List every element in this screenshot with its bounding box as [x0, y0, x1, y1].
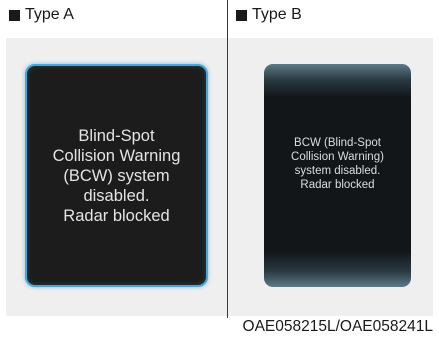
- type-b-header: Type B: [236, 6, 302, 24]
- type-b-cluster-display: BCW (Blind-Spot Collision Warning) syste…: [264, 64, 411, 287]
- type-a-label: Type A: [25, 6, 74, 23]
- type-b-warning-message: BCW (Blind-Spot Collision Warning) syste…: [291, 136, 384, 191]
- figure-code: OAE058215L/OAE058241L: [242, 318, 433, 335]
- square-bullet-icon: [9, 9, 20, 21]
- type-a-header: Type A: [9, 6, 74, 24]
- type-a-warning-message: Blind-Spot Collision Warning (BCW) syste…: [52, 126, 181, 225]
- column-divider: [227, 0, 228, 318]
- type-a-cluster-display: Blind-Spot Collision Warning (BCW) syste…: [25, 64, 208, 287]
- type-b-label: Type B: [252, 6, 302, 23]
- square-bullet-icon: [236, 9, 247, 21]
